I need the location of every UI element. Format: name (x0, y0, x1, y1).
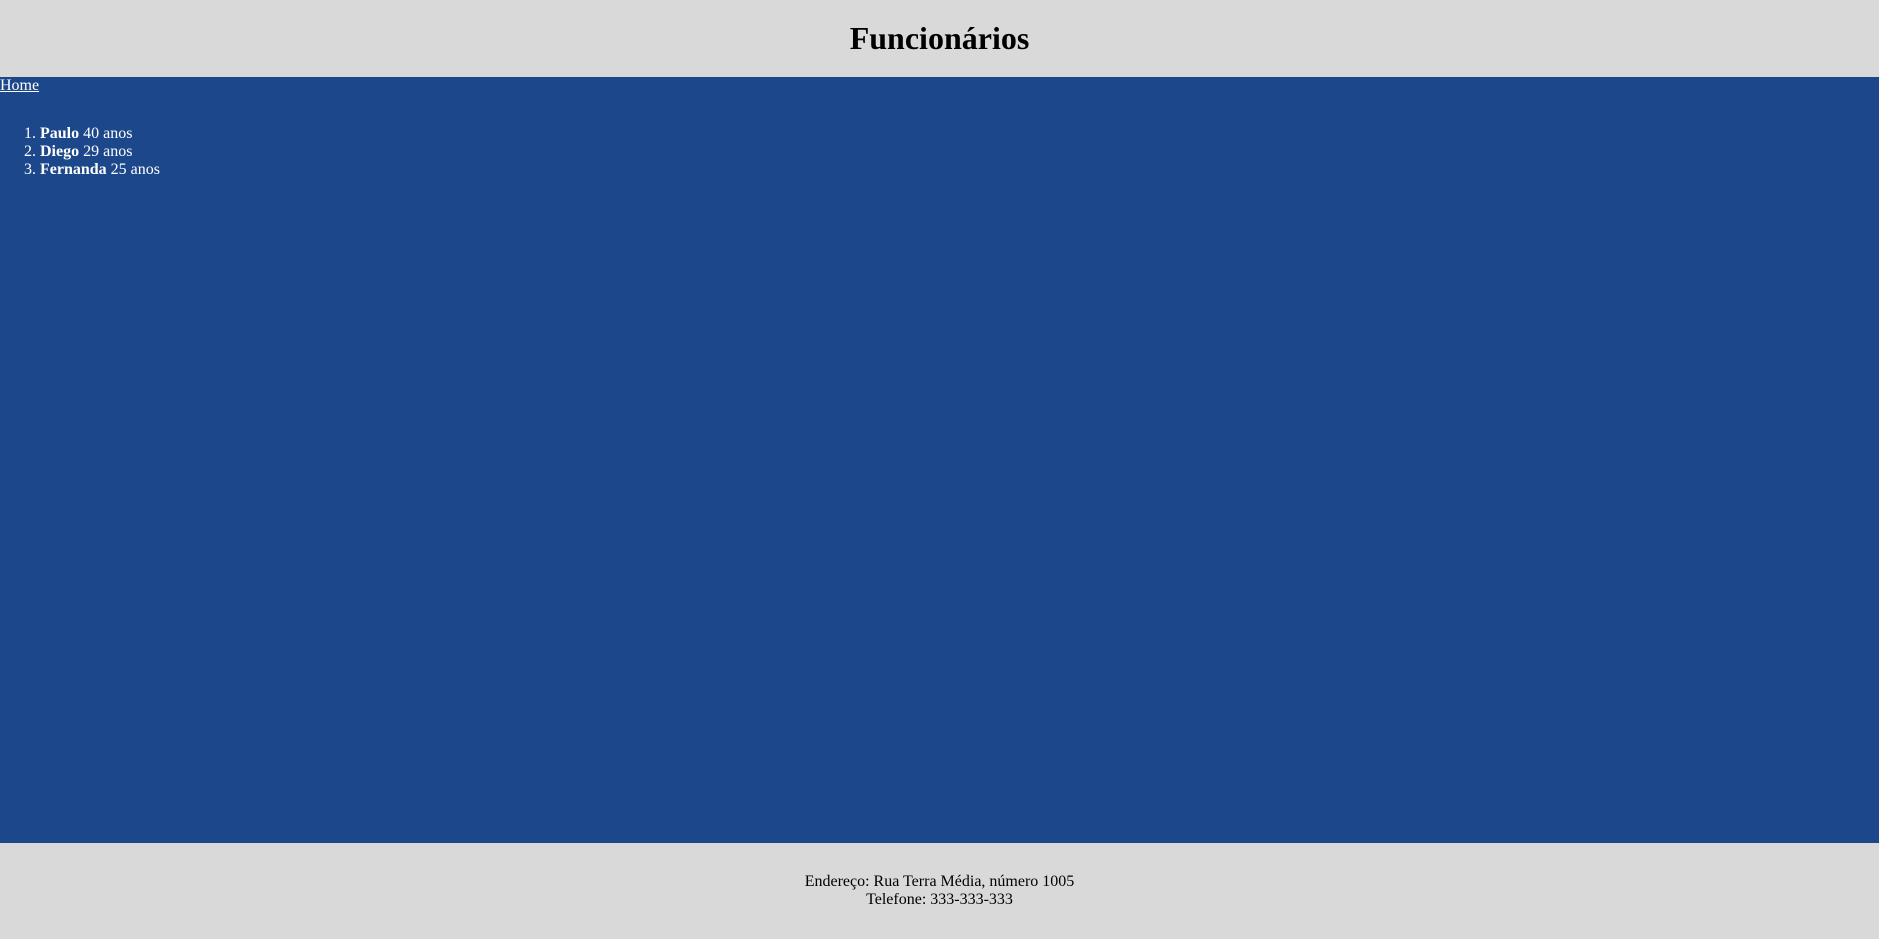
list-item: Diego 29 anos (40, 143, 160, 161)
employee-age: 29 anos (83, 143, 133, 160)
footer-address: Endereço: Rua Terra Média, número 1005 (804, 873, 1075, 890)
main-content: Home Paulo 40 anos Diego 29 anos Fernand… (0, 77, 1879, 843)
list-item: Fernanda 25 anos (40, 161, 160, 179)
page-header: Funcionários (0, 0, 1879, 77)
employee-age: 25 anos (110, 161, 160, 178)
page-footer: Endereço: Rua Terra Média, número 1005 T… (0, 843, 1879, 939)
footer-phone: Telefone: 333-333-333 (866, 891, 1013, 908)
employee-age: 40 anos (83, 125, 133, 142)
home-link[interactable]: Home (0, 77, 39, 95)
employee-list: Paulo 40 anos Diego 29 anos Fernanda 25 … (0, 125, 160, 179)
employee-name: Diego (40, 143, 80, 160)
employee-name: Paulo (40, 125, 80, 142)
list-item: Paulo 40 anos (40, 125, 160, 143)
employee-name: Fernanda (40, 161, 107, 178)
page-title: Funcionários (849, 20, 1030, 56)
